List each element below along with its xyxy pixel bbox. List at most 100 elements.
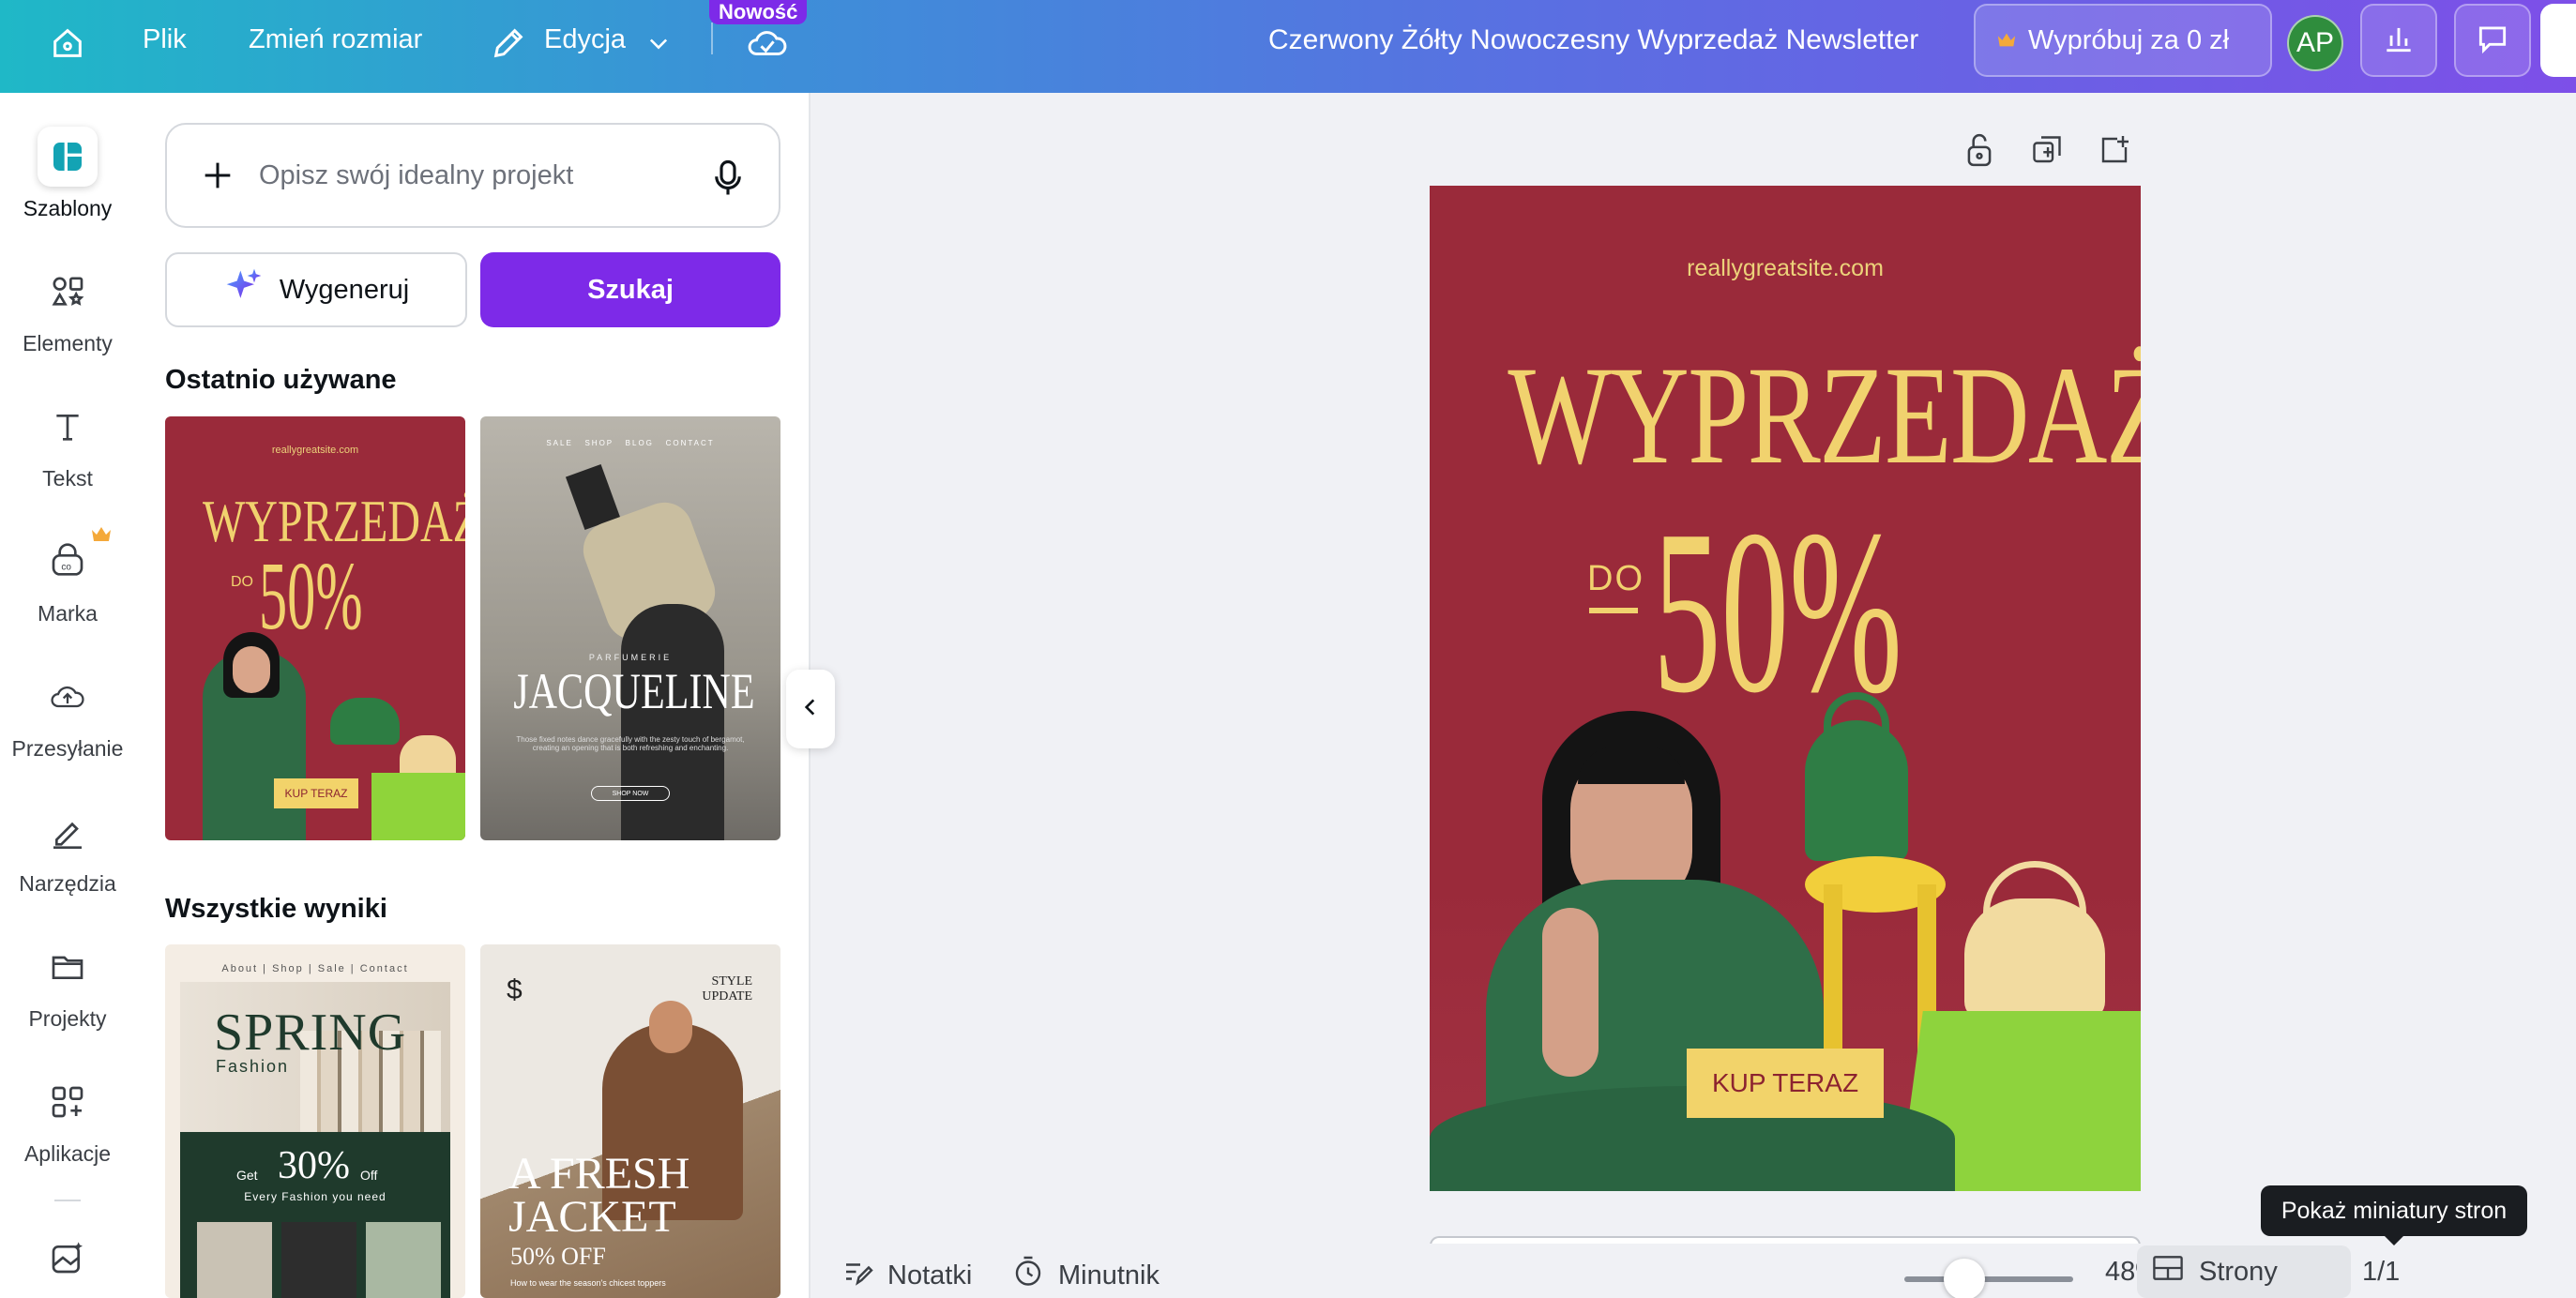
- rail-label: Marka: [38, 601, 98, 626]
- thumb-do: DO: [231, 574, 253, 590]
- rail-label: Szablony: [23, 196, 113, 220]
- crown-icon: [90, 524, 113, 548]
- thumb-percent: 50%: [259, 542, 363, 650]
- thumb-photo-stool: [371, 773, 465, 840]
- rail-item-text[interactable]: Tekst: [0, 397, 135, 491]
- page-count: 1/1: [2362, 1257, 2401, 1287]
- rail-item-projects[interactable]: Projekty: [0, 937, 135, 1032]
- template-thumbnail[interactable]: $ STYLE UPDATE A FRESH JACKET 50% OFF Ho…: [480, 944, 780, 1298]
- timer-button[interactable]: Minutnik: [1011, 1255, 1159, 1296]
- recent-section-title: Ostatnio używane: [165, 365, 397, 395]
- rail-item-magic-media[interactable]: [0, 1228, 135, 1288]
- rail-label: Aplikacje: [23, 1141, 112, 1166]
- thumb-sub: Fashion: [216, 1057, 290, 1076]
- cloud-saved-icon[interactable]: [743, 21, 792, 66]
- thumb-tag: STYLE UPDATE: [702, 974, 752, 1004]
- thumb-body: Those fixed notes dance gracefully with …: [516, 735, 745, 752]
- thumb-brand: PARFUMERIE: [588, 653, 673, 662]
- thumb-get: Get: [236, 1168, 258, 1183]
- notes-label: Notatki: [887, 1260, 973, 1290]
- notes-icon: [841, 1255, 874, 1296]
- design-dash[interactable]: [1589, 608, 1638, 613]
- resize-menu[interactable]: Zmień rozmiar: [249, 24, 422, 55]
- duplicate-page-icon[interactable]: [2026, 129, 2068, 171]
- zoom-slider-thumb[interactable]: [1943, 1259, 1985, 1298]
- pages-button[interactable]: Strony: [2137, 1245, 2351, 1298]
- insights-button[interactable]: [2360, 4, 2437, 77]
- rail-label: Elementy: [23, 331, 113, 355]
- zoom-slider-track[interactable]: [1904, 1276, 2073, 1282]
- unlock-icon[interactable]: [1959, 129, 2000, 171]
- rail-label: Przesyłanie: [11, 736, 124, 761]
- avatar[interactable]: AP: [2287, 15, 2343, 71]
- design-photo-arm: [1542, 908, 1599, 1077]
- thumb-photo-face: [233, 646, 270, 693]
- crown-icon: [1996, 25, 2017, 56]
- thumb-title: JACQUELINE: [513, 663, 755, 719]
- design-site-url[interactable]: reallygreatsite.com: [1430, 255, 2141, 282]
- edit-menu[interactable]: Edycja: [544, 24, 626, 55]
- top-bar: Plik Zmień rozmiar Edycja Nowość Czerwon…: [0, 0, 2576, 93]
- file-menu[interactable]: Plik: [143, 24, 187, 55]
- thumb-tag-line1: STYLE: [711, 974, 752, 989]
- rail-label: Projekty: [28, 1006, 107, 1031]
- pages-icon: [2150, 1251, 2186, 1292]
- design-headline[interactable]: WYPRZEDAŻ: [1508, 345, 2141, 486]
- collapse-panel-button[interactable]: [786, 670, 835, 748]
- thumb-photo-face: [649, 1001, 692, 1053]
- rail-item-elements[interactable]: Elementy: [0, 262, 135, 356]
- home-icon[interactable]: [45, 21, 90, 66]
- try-pro-label: Wypróbuj za 0 zł: [2028, 24, 2230, 55]
- comments-button[interactable]: [2454, 4, 2531, 77]
- generate-button[interactable]: Wygeneruj: [165, 252, 467, 327]
- upload-icon: [38, 667, 98, 727]
- document-title[interactable]: Czerwony Żółty Nowoczesny Wyprzedaż News…: [1268, 24, 1918, 56]
- svg-text:co: co: [61, 562, 71, 572]
- design-photo-beige-handle: [1983, 861, 2086, 936]
- thumb-nav: About | Shop | Sale | Contact: [221, 963, 409, 974]
- template-thumbnail[interactable]: About | Shop | Sale | Contact SPRING Fas…: [165, 944, 465, 1298]
- thumb-line: Every Fashion you need: [244, 1190, 386, 1203]
- dollar-icon: $: [507, 974, 523, 1005]
- thumb-headline: SPRING: [214, 1004, 407, 1062]
- pages-label: Strony: [2199, 1256, 2278, 1287]
- thumb-photo-2: [281, 1222, 356, 1298]
- design-search-box[interactable]: Opisz swój idealny projekt: [165, 123, 780, 228]
- template-thumbnail[interactable]: SALE SHOP BLOG CONTACT PARFUMERIE JACQUE…: [480, 416, 780, 840]
- rail-divider: [54, 1200, 81, 1201]
- rail-item-templates[interactable]: Szablony: [0, 127, 135, 221]
- microphone-icon[interactable]: [711, 158, 745, 198]
- search-placeholder[interactable]: Opisz swój idealny projekt: [259, 160, 573, 191]
- design-page[interactable]: reallygreatsite.com WYPRZEDAŻ DO 50% KUP…: [1430, 186, 2141, 1191]
- thumb-photo-bag: [330, 698, 400, 745]
- rail-item-apps[interactable]: Aplikacje: [0, 1072, 135, 1167]
- rail-item-upload[interactable]: Przesyłanie: [0, 667, 135, 762]
- design-cta-button[interactable]: KUP TERAZ: [1687, 1049, 1884, 1118]
- rail-item-tools[interactable]: Narzędzia: [0, 802, 135, 897]
- notes-button[interactable]: Notatki: [841, 1255, 972, 1296]
- thumb-photo-3: [366, 1222, 441, 1298]
- rail-item-brand[interactable]: co Marka: [0, 527, 135, 626]
- share-button[interactable]: [2540, 4, 2576, 77]
- design-do-label[interactable]: DO: [1587, 559, 1644, 599]
- thumb-cta: SHOP NOW: [591, 786, 670, 801]
- thumb-headline-2: JACKET: [508, 1191, 676, 1242]
- bar-chart-icon: [2381, 21, 2417, 61]
- thumb-nav: SALE SHOP BLOG CONTACT: [546, 439, 715, 447]
- thumb-percent: 30%: [278, 1144, 350, 1187]
- thumb-headline-1: A FRESH: [508, 1149, 690, 1199]
- tools-icon: [38, 802, 98, 862]
- pencil-icon[interactable]: [486, 21, 531, 66]
- thumb-photo-1: [197, 1222, 272, 1298]
- templates-panel: Opisz swój idealny projekt Wygeneruj Szu…: [135, 93, 811, 1298]
- chevron-down-icon[interactable]: [642, 26, 675, 60]
- bottom-bar: Notatki Minutnik 48% Strony 1/1: [812, 1244, 2576, 1298]
- search-button[interactable]: Szukaj: [480, 252, 780, 327]
- thumb-site: reallygreatsite.com: [271, 445, 359, 456]
- try-pro-button[interactable]: Wypróbuj za 0 zł: [1974, 4, 2272, 77]
- add-page-icon[interactable]: [2094, 129, 2135, 171]
- rail-label: Tekst: [42, 466, 93, 491]
- elements-icon: [38, 262, 98, 322]
- template-thumbnail[interactable]: reallygreatsite.com WYPRZEDAŻ DO 50% KUP…: [165, 416, 465, 840]
- plus-icon[interactable]: [199, 157, 236, 194]
